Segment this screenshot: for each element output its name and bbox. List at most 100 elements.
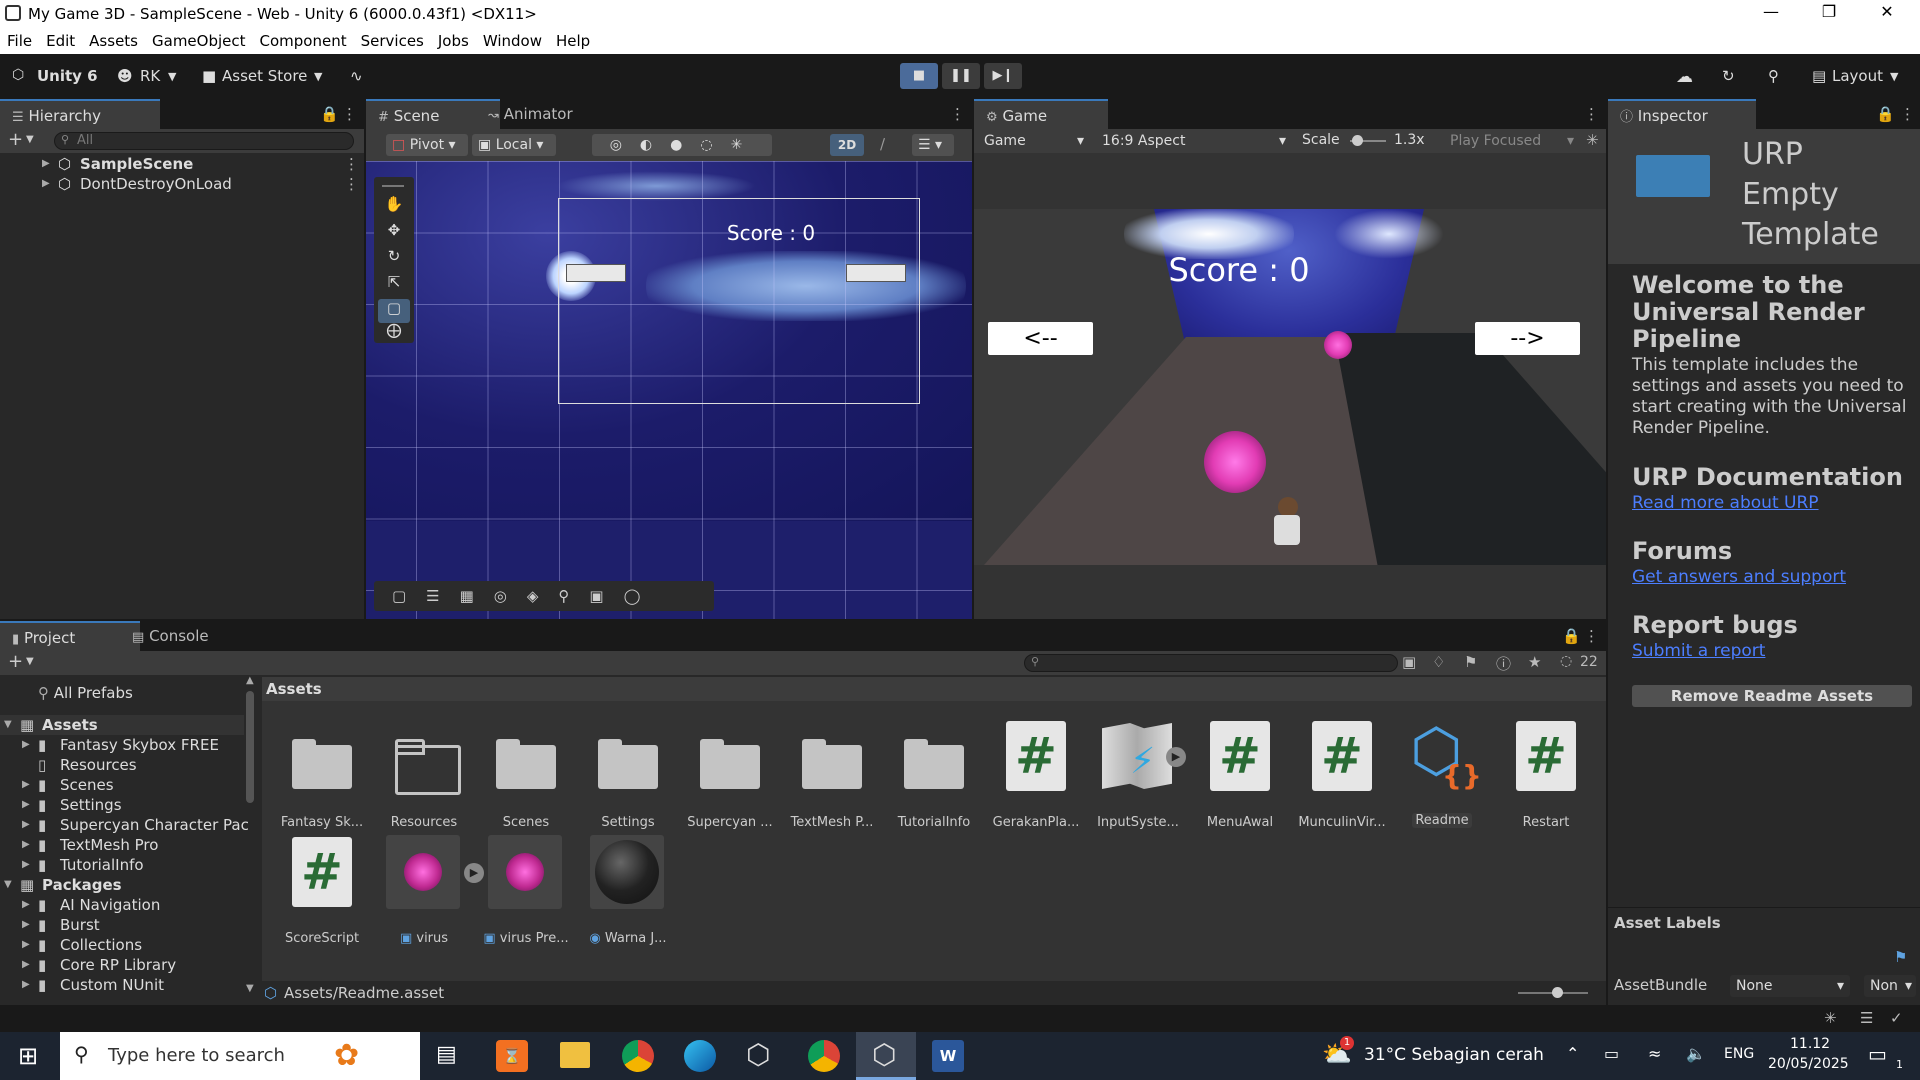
wifi-icon[interactable]: ≈ xyxy=(1648,1044,1661,1063)
shading-mode-buttons[interactable]: ◎◐●◌✳ xyxy=(592,134,772,156)
chevron-up-icon[interactable]: ⌃ xyxy=(1566,1044,1579,1063)
expand-arrow-icon[interactable]: ▼ xyxy=(4,715,12,735)
transform-tool-icon[interactable]: ⨁ xyxy=(378,321,410,343)
favorites-all-prefabs[interactable]: ⚲ All Prefabs xyxy=(38,683,133,703)
more-icon[interactable]: ⋮ xyxy=(1900,105,1915,123)
expand-arrow-icon[interactable]: ▶ xyxy=(22,855,30,875)
stats-gear-icon[interactable]: ✳ xyxy=(1586,131,1599,149)
more-icon[interactable]: ⋮ xyxy=(344,154,359,174)
folder-icon[interactable] xyxy=(904,735,968,789)
account-icon[interactable]: ☻ xyxy=(117,67,133,85)
bugs-link[interactable]: Submit a report xyxy=(1632,641,1765,661)
hand-tool-icon[interactable]: ✋ xyxy=(378,195,410,219)
asset-label[interactable]: Supercyan ... xyxy=(680,815,780,830)
asset-label-selected[interactable]: Readme xyxy=(1412,813,1472,828)
close-icon[interactable]: ✕ xyxy=(1862,2,1912,28)
scale-slider-handle[interactable] xyxy=(1352,135,1363,146)
move-tool-icon[interactable]: ✥ xyxy=(378,221,410,245)
scroll-up-icon[interactable]: ▲ xyxy=(246,675,260,686)
asset-label[interactable]: Resources xyxy=(374,815,474,830)
folder-outline-icon[interactable] xyxy=(395,735,461,795)
expand-arrow-icon[interactable]: ▶ xyxy=(22,735,30,755)
favorite-star-icon[interactable]: ★ xyxy=(1528,653,1541,671)
game-left-button[interactable]: <-- xyxy=(988,322,1093,355)
cloud-icon[interactable]: ☁ xyxy=(1676,67,1693,87)
expand-arrow-icon[interactable]: ▶ xyxy=(22,935,30,955)
csharp-script-icon[interactable]: # xyxy=(292,837,352,907)
check-circle-icon[interactable]: ✓ xyxy=(1890,1009,1903,1027)
chevron-down-icon[interactable]: ▼ xyxy=(314,70,322,83)
scene-viewport[interactable]: Score : 0 ✋ ✥ ↻ ⇱ ▢ ⨁ ▢☰▦◎◈⚲▣◯ xyxy=(366,161,972,619)
asset-label[interactable]: Scenes xyxy=(476,815,576,830)
overlay-toolbar[interactable]: ▢☰▦◎◈⚲▣◯ xyxy=(374,581,714,611)
expand-arrow-icon[interactable]: ▶ xyxy=(22,975,30,995)
scroll-down-icon[interactable]: ▼ xyxy=(246,983,260,994)
expand-arrow-icon[interactable]: ▼ xyxy=(4,875,12,895)
filter-type-icon[interactable]: ♢ xyxy=(1432,653,1445,671)
expand-arrow-icon[interactable]: ▶ xyxy=(22,915,30,935)
icon-size-slider-handle[interactable] xyxy=(1552,987,1563,998)
asset-label[interactable]: ▣ virus Pre... xyxy=(476,931,576,946)
hierarchy-item-samplescene[interactable]: ▶ ⬡ SampleScene ⋮ xyxy=(0,154,364,174)
asset-label[interactable]: MenuAwal xyxy=(1190,815,1290,830)
lock-icon[interactable]: 🔒 xyxy=(320,105,339,123)
palette-handle[interactable] xyxy=(382,185,404,187)
pause-button[interactable]: ❚❚ xyxy=(942,63,980,89)
rotate-tool-icon[interactable]: ↻ xyxy=(378,247,410,271)
lock-icon[interactable]: 🔒 xyxy=(1876,105,1895,123)
mode-2d-toggle[interactable]: 2D xyxy=(830,134,864,156)
history-icon[interactable]: ↻ xyxy=(1722,67,1735,85)
volume-icon[interactable]: 🔈 xyxy=(1686,1044,1706,1063)
asset-store-button[interactable]: Asset Store xyxy=(222,67,307,85)
asset-label[interactable]: GerakanPla... xyxy=(986,815,1086,830)
menu-window[interactable]: Window xyxy=(476,29,549,50)
menu-assets[interactable]: Assets xyxy=(82,29,145,50)
expand-arrow-icon[interactable]: ▶ xyxy=(42,154,50,174)
expand-arrow-icon[interactable]: ▶ xyxy=(22,795,30,815)
hierarchy-item-dontdestroyonload[interactable]: ▶ ⬡ DontDestroyOnLoad ⋮ xyxy=(0,174,364,194)
label-tag-icon[interactable]: ⚑ xyxy=(1894,948,1907,966)
more-icon[interactable]: ⋮ xyxy=(950,105,965,123)
hierarchy-search[interactable]: ⚲ All xyxy=(54,132,354,150)
expand-arrow-icon[interactable]: ▶ xyxy=(22,895,30,915)
doc-link[interactable]: Read more about URP xyxy=(1632,493,1819,513)
menu-component[interactable]: Component xyxy=(253,29,354,50)
scene-left-button[interactable] xyxy=(566,264,626,282)
more-icon[interactable]: ⋮ xyxy=(342,105,357,123)
csharp-script-icon[interactable]: # xyxy=(1516,721,1576,791)
material-thumb[interactable] xyxy=(590,835,664,909)
clock-time[interactable]: 11.12 xyxy=(1790,1036,1830,1052)
lock-icon[interactable]: 🔒 xyxy=(1562,627,1581,645)
csharp-script-icon[interactable]: # xyxy=(1210,721,1270,791)
step-button[interactable]: ▶❙ xyxy=(984,63,1022,89)
task-view-icon[interactable]: ▤ xyxy=(436,1042,457,1067)
virus-prefab-thumb[interactable] xyxy=(488,835,562,909)
expand-arrow-icon[interactable]: ▶ xyxy=(42,174,50,194)
expand-arrow-icon[interactable]: ▶ xyxy=(22,775,30,795)
chevron-down-icon[interactable]: ▼ xyxy=(26,134,34,145)
menu-services[interactable]: Services xyxy=(354,29,431,50)
asset-label[interactable]: ◉ Warna J... xyxy=(578,931,678,946)
folder-icon[interactable] xyxy=(292,735,356,789)
layers-icon[interactable]: ☰ xyxy=(1860,1009,1873,1027)
menu-file[interactable]: File xyxy=(0,29,39,50)
play-preview-icon[interactable]: ▶ xyxy=(1166,747,1186,767)
virus-prefab-thumb[interactable] xyxy=(386,835,460,909)
unity-editor-taskbar-button[interactable]: ⬡ xyxy=(856,1032,916,1080)
windows-start-icon[interactable]: ⊞ xyxy=(18,1042,38,1070)
menu-gameobject[interactable]: GameObject xyxy=(145,29,253,50)
weather-text[interactable]: 31°C Sebagian cerah xyxy=(1364,1045,1544,1065)
add-icon[interactable]: + xyxy=(8,129,23,150)
gizmos-dropdown[interactable]: ☰ ▾ xyxy=(912,134,954,156)
csharp-script-icon[interactable]: # xyxy=(1006,721,1066,791)
asset-label[interactable]: Settings xyxy=(578,815,678,830)
layout-dropdown[interactable]: Layout xyxy=(1832,67,1883,85)
more-icon[interactable]: ⋮ xyxy=(344,174,359,194)
asset-label[interactable]: InputSyste... xyxy=(1088,815,1188,830)
battery-icon[interactable]: ▭ xyxy=(1604,1044,1619,1063)
asset-label[interactable]: Fantasy Sk... xyxy=(272,815,372,830)
asset-label[interactable]: ScoreScript xyxy=(272,931,372,946)
rect-tool-icon[interactable]: ▢ xyxy=(378,299,410,323)
more-icon[interactable]: ⋮ xyxy=(1584,627,1599,645)
taskbar-search-box[interactable]: ⚲ Type here to search ✿ xyxy=(60,1032,420,1080)
